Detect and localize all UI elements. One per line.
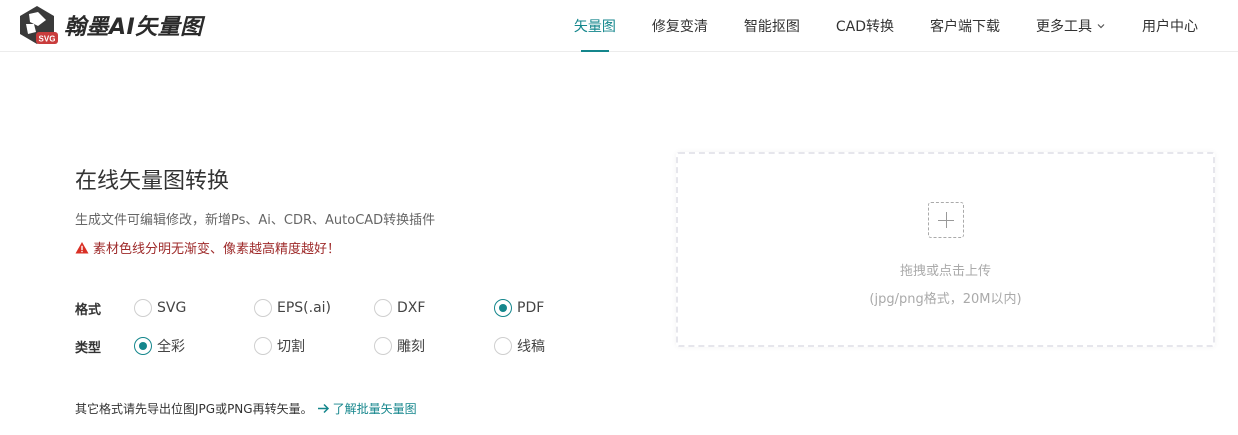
nav-label: 更多工具 xyxy=(1036,19,1092,35)
option-label: 线稿 xyxy=(517,339,545,355)
page-subtitle: 生成文件可编辑修改，新增Ps、Ai、CDR、AutoCAD转换插件 xyxy=(75,213,436,228)
option-label: DXF xyxy=(397,300,426,316)
nav-label: 客户端下载 xyxy=(930,19,1000,35)
format-option-pdf[interactable]: PDF xyxy=(494,297,544,319)
batch-vector-link[interactable]: 了解批量矢量图 xyxy=(317,400,417,417)
logo-icon: SVG xyxy=(20,6,58,44)
nav-label: 智能抠图 xyxy=(743,19,800,35)
plus-icon xyxy=(928,202,964,238)
warning-note: 素材色线分明无渐变、像素越高精度越好！ xyxy=(75,238,340,257)
option-label: EPS(.ai) xyxy=(277,300,332,316)
nav-label: 用户中心 xyxy=(1142,19,1198,35)
warning-text: 素材色线分明无渐变、像素越高精度越好！ xyxy=(93,242,341,257)
nav-label: 矢量图 xyxy=(573,19,616,35)
logo[interactable]: SVG 翰墨AI矢量图 xyxy=(16,3,203,47)
option-label: SVG xyxy=(157,300,187,316)
type-option-cut[interactable]: 切割 xyxy=(254,335,305,357)
page-title: 在线矢量图转换 xyxy=(75,169,230,194)
type-option-full-color[interactable]: 全彩 xyxy=(134,335,185,357)
warning-icon xyxy=(75,241,89,253)
radio-button[interactable] xyxy=(374,299,392,317)
radio-button-selected[interactable] xyxy=(494,299,512,317)
upload-hint: (jpg/png格式，20M以内) xyxy=(869,292,1022,307)
nav-item-user-center[interactable]: 用户中心 xyxy=(1124,0,1216,52)
option-label: 雕刻 xyxy=(397,339,425,355)
radio-button[interactable] xyxy=(134,299,152,317)
type-option-engrave[interactable]: 雕刻 xyxy=(374,335,425,357)
upload-dropzone[interactable]: 拖拽或点击上传 (jpg/png格式，20M以内) xyxy=(676,152,1215,347)
type-row: 类型 全彩 切割 雕刻 线稿 xyxy=(75,335,595,357)
chevron-down-icon xyxy=(1097,24,1105,29)
nav-item-cad[interactable]: CAD转换 xyxy=(818,0,912,52)
radio-button[interactable] xyxy=(494,337,512,355)
logo-badge: SVG xyxy=(39,35,56,44)
main-nav: 矢量图 修复变清 智能抠图 CAD转换 客户端下载 更多工具 用户中心 xyxy=(556,0,1216,52)
footer-link-text: 了解批量矢量图 xyxy=(332,402,417,416)
arrow-right-icon xyxy=(317,403,329,414)
format-option-dxf[interactable]: DXF xyxy=(374,297,425,319)
footer-note-text: 其它格式请先导出位图JPG或PNG再转矢量。 xyxy=(75,402,313,416)
format-row: 格式 SVG EPS(.ai) DXF PDF xyxy=(75,297,595,319)
nav-label: 修复变清 xyxy=(651,19,708,35)
format-option-svg[interactable]: SVG xyxy=(134,297,186,319)
radio-button[interactable] xyxy=(254,299,272,317)
nav-item-cutout[interactable]: 智能抠图 xyxy=(726,0,818,52)
upload-text: 拖拽或点击上传 xyxy=(899,264,991,279)
type-option-lineart[interactable]: 线稿 xyxy=(494,335,545,357)
type-label: 类型 xyxy=(75,340,102,356)
nav-item-restore[interactable]: 修复变清 xyxy=(634,0,726,52)
nav-label: CAD转换 xyxy=(835,19,894,35)
option-label: 切割 xyxy=(277,339,305,355)
nav-item-more-tools[interactable]: 更多工具 xyxy=(1018,0,1124,52)
option-label: PDF xyxy=(517,300,545,316)
option-label: 全彩 xyxy=(157,339,185,355)
radio-button[interactable] xyxy=(254,337,272,355)
format-option-eps[interactable]: EPS(.ai) xyxy=(254,297,331,319)
top-header: SVG 翰墨AI矢量图 矢量图 修复变清 智能抠图 CAD转换 客户端下载 更多… xyxy=(0,0,1238,52)
nav-item-vector[interactable]: 矢量图 xyxy=(556,0,634,52)
radio-button[interactable] xyxy=(374,337,392,355)
format-label: 格式 xyxy=(75,302,102,318)
radio-button-selected[interactable] xyxy=(134,337,152,355)
nav-item-download[interactable]: 客户端下载 xyxy=(912,0,1018,52)
footer-note: 其它格式请先导出位图JPG或PNG再转矢量。 了解批量矢量图 xyxy=(75,400,417,417)
logo-text: 翰墨AI矢量图 xyxy=(64,15,203,40)
